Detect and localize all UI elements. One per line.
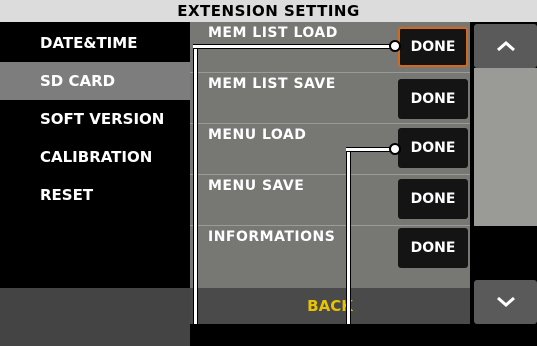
callout-dot-1 — [389, 40, 401, 52]
chevron-up-icon — [496, 41, 515, 52]
row-label: MENU LOAD — [208, 127, 307, 143]
menu-save-done-button[interactable]: DONE — [398, 179, 468, 219]
window-title: EXTENSION SETTING — [0, 0, 537, 22]
sidebar-item-soft-version[interactable]: SOFT VERSION — [0, 100, 190, 138]
chevron-down-icon — [496, 296, 515, 307]
scroll-track[interactable] — [474, 68, 537, 226]
row-menu-save: MENU SAVE DONE — [190, 175, 470, 226]
sidebar-item-date-time[interactable]: DATE&TIME — [0, 24, 190, 62]
sidebar-item-sd-card[interactable]: SD CARD — [0, 62, 190, 100]
scroll-down-button[interactable] — [474, 280, 537, 324]
back-button[interactable]: BACK — [190, 288, 470, 324]
callout-line-1-vertical — [193, 45, 198, 324]
settings-panel: MEM LIST LOAD DONE MEM LIST SAVE DONE ME… — [190, 22, 470, 288]
mem-list-load-done-button[interactable]: DONE — [398, 27, 468, 67]
mem-list-save-done-button[interactable]: DONE — [398, 79, 468, 119]
callout-line-2-vertical — [346, 148, 351, 324]
scrollbar — [474, 22, 537, 324]
row-menu-load: MENU LOAD DONE — [190, 124, 470, 175]
callout-dot-2 — [389, 143, 401, 155]
row-label: MEM LIST SAVE — [208, 76, 336, 92]
row-label: MENU SAVE — [208, 178, 305, 194]
scroll-up-button[interactable] — [474, 24, 537, 68]
informations-done-button[interactable]: DONE — [398, 228, 468, 268]
callout-line-1-horizontal — [193, 44, 393, 49]
row-label: INFORMATIONS — [208, 229, 336, 245]
callout-line-2-horizontal — [346, 147, 393, 152]
row-label: MEM LIST LOAD — [208, 25, 338, 41]
row-informations: INFORMATIONS DONE — [190, 226, 470, 276]
menu-load-done-button[interactable]: DONE — [398, 128, 468, 168]
row-mem-list-save: MEM LIST SAVE DONE — [190, 73, 470, 124]
sidebar: DATE&TIME SD CARD SOFT VERSION CALIBRATI… — [0, 22, 190, 346]
sidebar-item-calibration[interactable]: CALIBRATION — [0, 138, 190, 176]
sidebar-footer — [0, 288, 190, 346]
sidebar-item-reset[interactable]: RESET — [0, 176, 190, 214]
